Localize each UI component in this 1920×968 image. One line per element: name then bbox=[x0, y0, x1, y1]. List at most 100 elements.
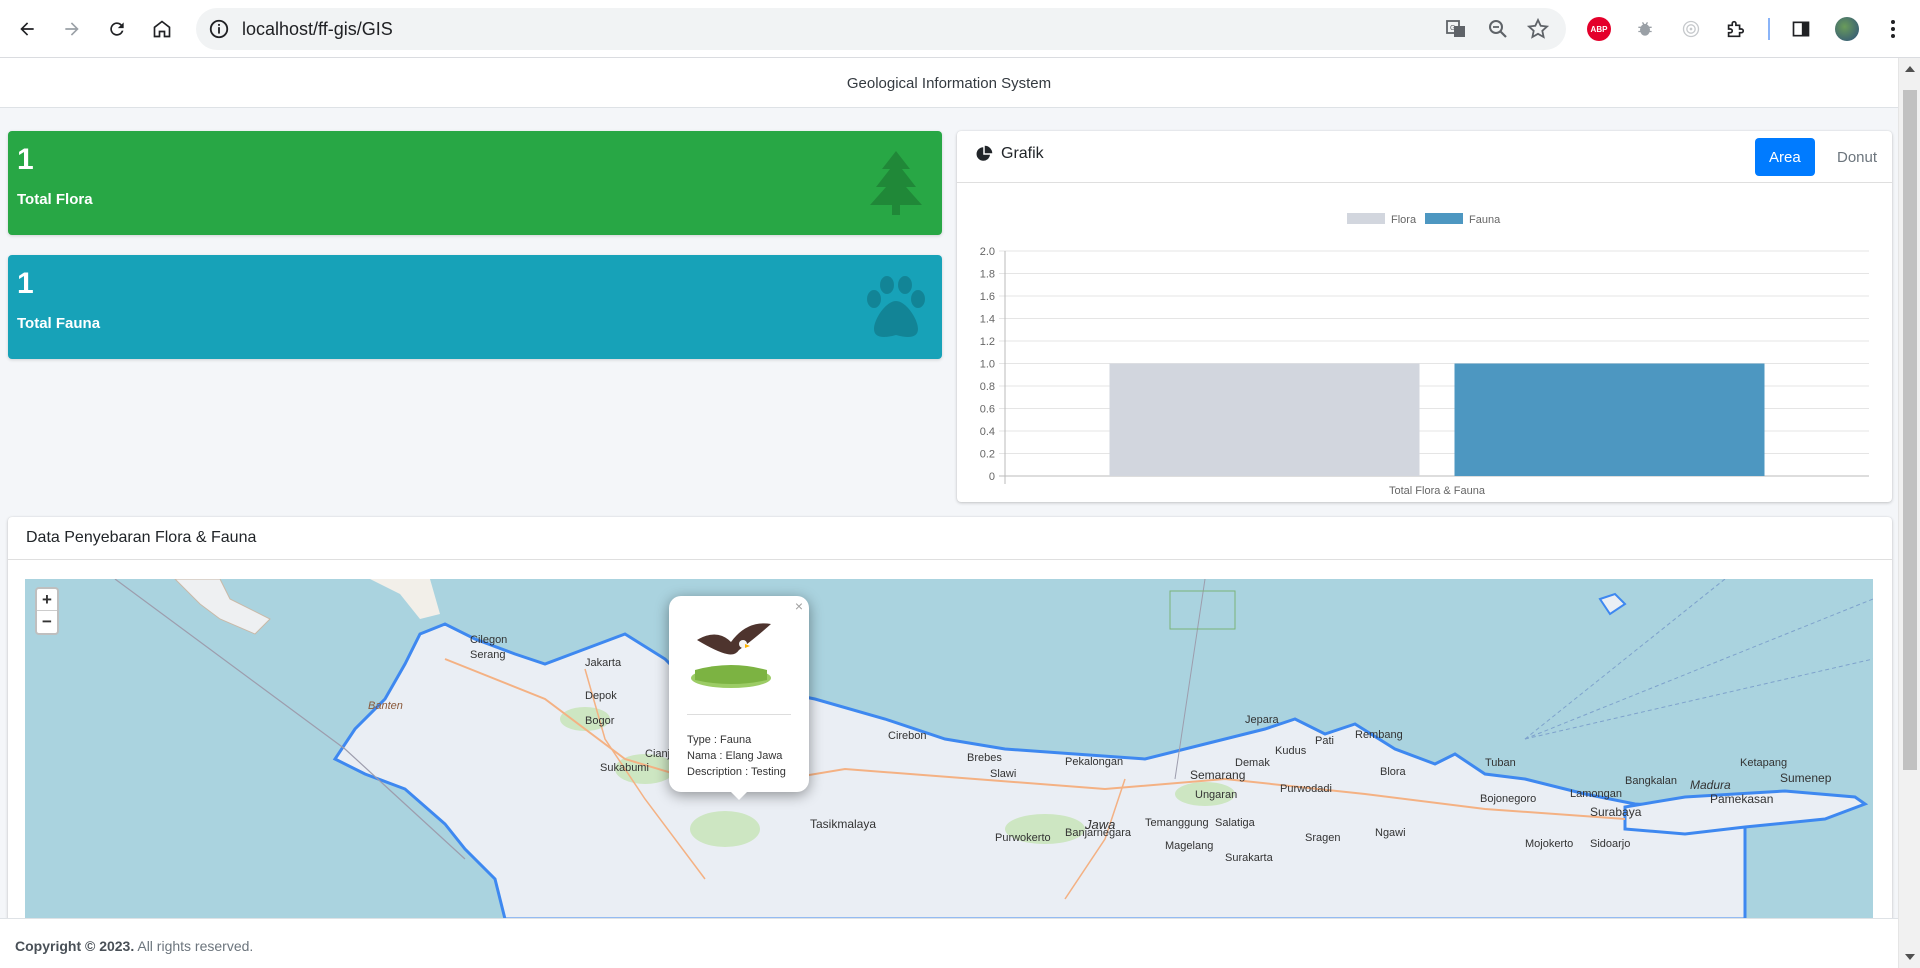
browser-menu-button[interactable] bbox=[1880, 16, 1906, 42]
profile-avatar[interactable] bbox=[1835, 17, 1859, 41]
bar-chart: 0 0.2 0.4 0.6 0.8 1.0 1.2 1.4 1.6 1.8 2.0 Total Flo… bbox=[980, 213, 1869, 497]
puzzle-icon bbox=[1727, 20, 1745, 38]
chart-card-header: Grafik Area Donut bbox=[957, 131, 1892, 183]
svg-text:Sidoarjo: Sidoarjo bbox=[1590, 838, 1630, 850]
legend-label-fauna: Fauna bbox=[1469, 214, 1501, 226]
y-tick-label: 0 bbox=[989, 471, 995, 483]
bug-icon bbox=[1638, 21, 1652, 36]
scroll-down-arrow[interactable] bbox=[1905, 954, 1915, 960]
svg-text:Cirebon: Cirebon bbox=[888, 730, 927, 742]
info-icon[interactable] bbox=[208, 18, 230, 40]
y-tick-label: 0.8 bbox=[980, 381, 995, 393]
browser-toolbar: localhost/ff-gis/GIS G ABP bbox=[0, 0, 1920, 58]
fauna-count: 1 bbox=[17, 267, 34, 300]
y-tick-label: 0.2 bbox=[980, 449, 995, 461]
address-bar[interactable]: localhost/ff-gis/GIS G bbox=[196, 8, 1566, 50]
extensions-button[interactable] bbox=[1722, 16, 1748, 42]
svg-text:Bogor: Bogor bbox=[585, 715, 615, 727]
distribution-map[interactable]: Serang Jakarta Depok Bogor Banten Sukabu… bbox=[25, 579, 1873, 919]
paw-icon bbox=[867, 276, 925, 337]
y-tick-label: 0.6 bbox=[980, 404, 995, 416]
copyright-bold: Copyright © 2023. bbox=[15, 938, 135, 954]
home-icon bbox=[153, 20, 171, 38]
arrow-left-icon bbox=[20, 22, 34, 36]
svg-text:G: G bbox=[1450, 25, 1455, 32]
marker-popup: × Type : Fauna Nama : Elang Jawa Descrip… bbox=[669, 596, 809, 800]
svg-text:Lamongan: Lamongan bbox=[1570, 788, 1622, 800]
map-tiles[interactable]: Serang Jakarta Depok Bogor Banten Sukabu… bbox=[25, 579, 1873, 919]
legend-swatch-flora bbox=[1347, 213, 1385, 224]
svg-text:Tasikmalaya: Tasikmalaya bbox=[810, 817, 876, 831]
svg-text:Purwokerto: Purwokerto bbox=[995, 832, 1051, 844]
legend-swatch-fauna bbox=[1425, 213, 1463, 224]
forward-button[interactable] bbox=[55, 12, 89, 46]
eagle-image bbox=[691, 623, 771, 688]
scroll-up-arrow[interactable] bbox=[1905, 66, 1915, 72]
svg-text:Sumenep: Sumenep bbox=[1780, 771, 1832, 785]
svg-text:Rembang: Rembang bbox=[1355, 729, 1403, 741]
bug-extension-button[interactable] bbox=[1632, 16, 1658, 42]
back-button[interactable] bbox=[10, 12, 44, 46]
chart-card: Grafik Area Donut 0 0.2 0.4 0.6 0.8 1.0 1.2 1.4… bbox=[957, 131, 1892, 502]
svg-text:Serang: Serang bbox=[470, 649, 505, 661]
svg-text:Tuban: Tuban bbox=[1485, 757, 1516, 769]
popup-tip bbox=[729, 790, 749, 800]
flora-count: 1 bbox=[17, 143, 34, 176]
pie-chart-icon bbox=[976, 145, 993, 161]
svg-text:Banten: Banten bbox=[368, 700, 403, 712]
svg-text:Jakarta: Jakarta bbox=[585, 657, 622, 669]
popup-divider bbox=[687, 714, 791, 715]
scrollbar-thumb[interactable] bbox=[1903, 90, 1917, 770]
app-title: Geological Information System bbox=[846, 75, 1052, 92]
fauna-label: Total Fauna bbox=[17, 315, 101, 332]
svg-text:Brebes: Brebes bbox=[967, 752, 1002, 764]
y-tick-label: 2.0 bbox=[980, 246, 995, 258]
svg-text:Sragen: Sragen bbox=[1305, 832, 1340, 844]
svg-text:Bojonegoro: Bojonegoro bbox=[1480, 793, 1536, 805]
y-tick-label: 0.4 bbox=[980, 426, 995, 438]
radar-extension-button[interactable] bbox=[1678, 16, 1704, 42]
svg-text:Surakarta: Surakarta bbox=[1225, 852, 1274, 864]
y-tick-label: 1.6 bbox=[980, 291, 995, 303]
svg-text:Ungaran: Ungaran bbox=[1195, 789, 1237, 801]
zoom-out-button[interactable]: − bbox=[37, 611, 57, 633]
side-panel-icon bbox=[1792, 21, 1810, 37]
adblock-icon: ABP bbox=[1587, 17, 1611, 41]
side-panel-button[interactable] bbox=[1788, 16, 1814, 42]
home-button[interactable] bbox=[145, 12, 179, 46]
reload-button[interactable] bbox=[100, 12, 134, 46]
svg-text:Salatiga: Salatiga bbox=[1215, 817, 1256, 829]
map-card: Data Penyebaran Flora & Fauna Serang Jak… bbox=[8, 517, 1892, 968]
bookmark-star-icon[interactable] bbox=[1526, 17, 1550, 41]
page-scrollbar[interactable] bbox=[1898, 58, 1920, 968]
flora-stat-box: 1 Total Flora bbox=[8, 131, 942, 235]
adblock-extension-button[interactable]: ABP bbox=[1586, 16, 1612, 42]
legend-label-flora: Flora bbox=[1391, 214, 1417, 226]
svg-text:Depok: Depok bbox=[585, 690, 617, 702]
popup-type: Type : Fauna bbox=[687, 734, 752, 746]
svg-text:Banjarnegara: Banjarnegara bbox=[1065, 827, 1132, 839]
translate-icon[interactable]: G bbox=[1444, 17, 1468, 41]
svg-text:Ketapang: Ketapang bbox=[1740, 757, 1787, 769]
url-text[interactable]: localhost/ff-gis/GIS bbox=[242, 19, 393, 40]
map-card-title: Data Penyebaran Flora & Fauna bbox=[26, 529, 257, 546]
svg-text:Pati: Pati bbox=[1315, 735, 1334, 747]
footer: Copyright © 2023. All rights reserved. bbox=[0, 918, 1898, 968]
popup-close-button[interactable]: × bbox=[795, 598, 803, 614]
y-tick-label: 1.0 bbox=[980, 359, 995, 371]
more-vertical-icon bbox=[1891, 20, 1895, 38]
y-tick-label: 1.4 bbox=[980, 314, 995, 326]
svg-text:Bangkalan: Bangkalan bbox=[1625, 775, 1677, 787]
zoom-in-button[interactable]: + bbox=[37, 589, 57, 611]
svg-text:Jepara: Jepara bbox=[1245, 714, 1280, 726]
svg-text:Surabaya: Surabaya bbox=[1590, 805, 1642, 819]
svg-text:Cilegon: Cilegon bbox=[470, 634, 507, 646]
svg-text:Mojokerto: Mojokerto bbox=[1525, 838, 1573, 850]
tab-donut[interactable]: Donut bbox=[1823, 138, 1891, 176]
svg-text:Ngawi: Ngawi bbox=[1375, 827, 1406, 839]
svg-text:Slawi: Slawi bbox=[990, 768, 1016, 780]
zoom-icon[interactable] bbox=[1486, 17, 1510, 41]
svg-text:Purwodadi: Purwodadi bbox=[1280, 783, 1332, 795]
tab-area[interactable]: Area bbox=[1755, 138, 1815, 176]
copyright-text: Copyright © 2023. All rights reserved. bbox=[15, 938, 253, 954]
